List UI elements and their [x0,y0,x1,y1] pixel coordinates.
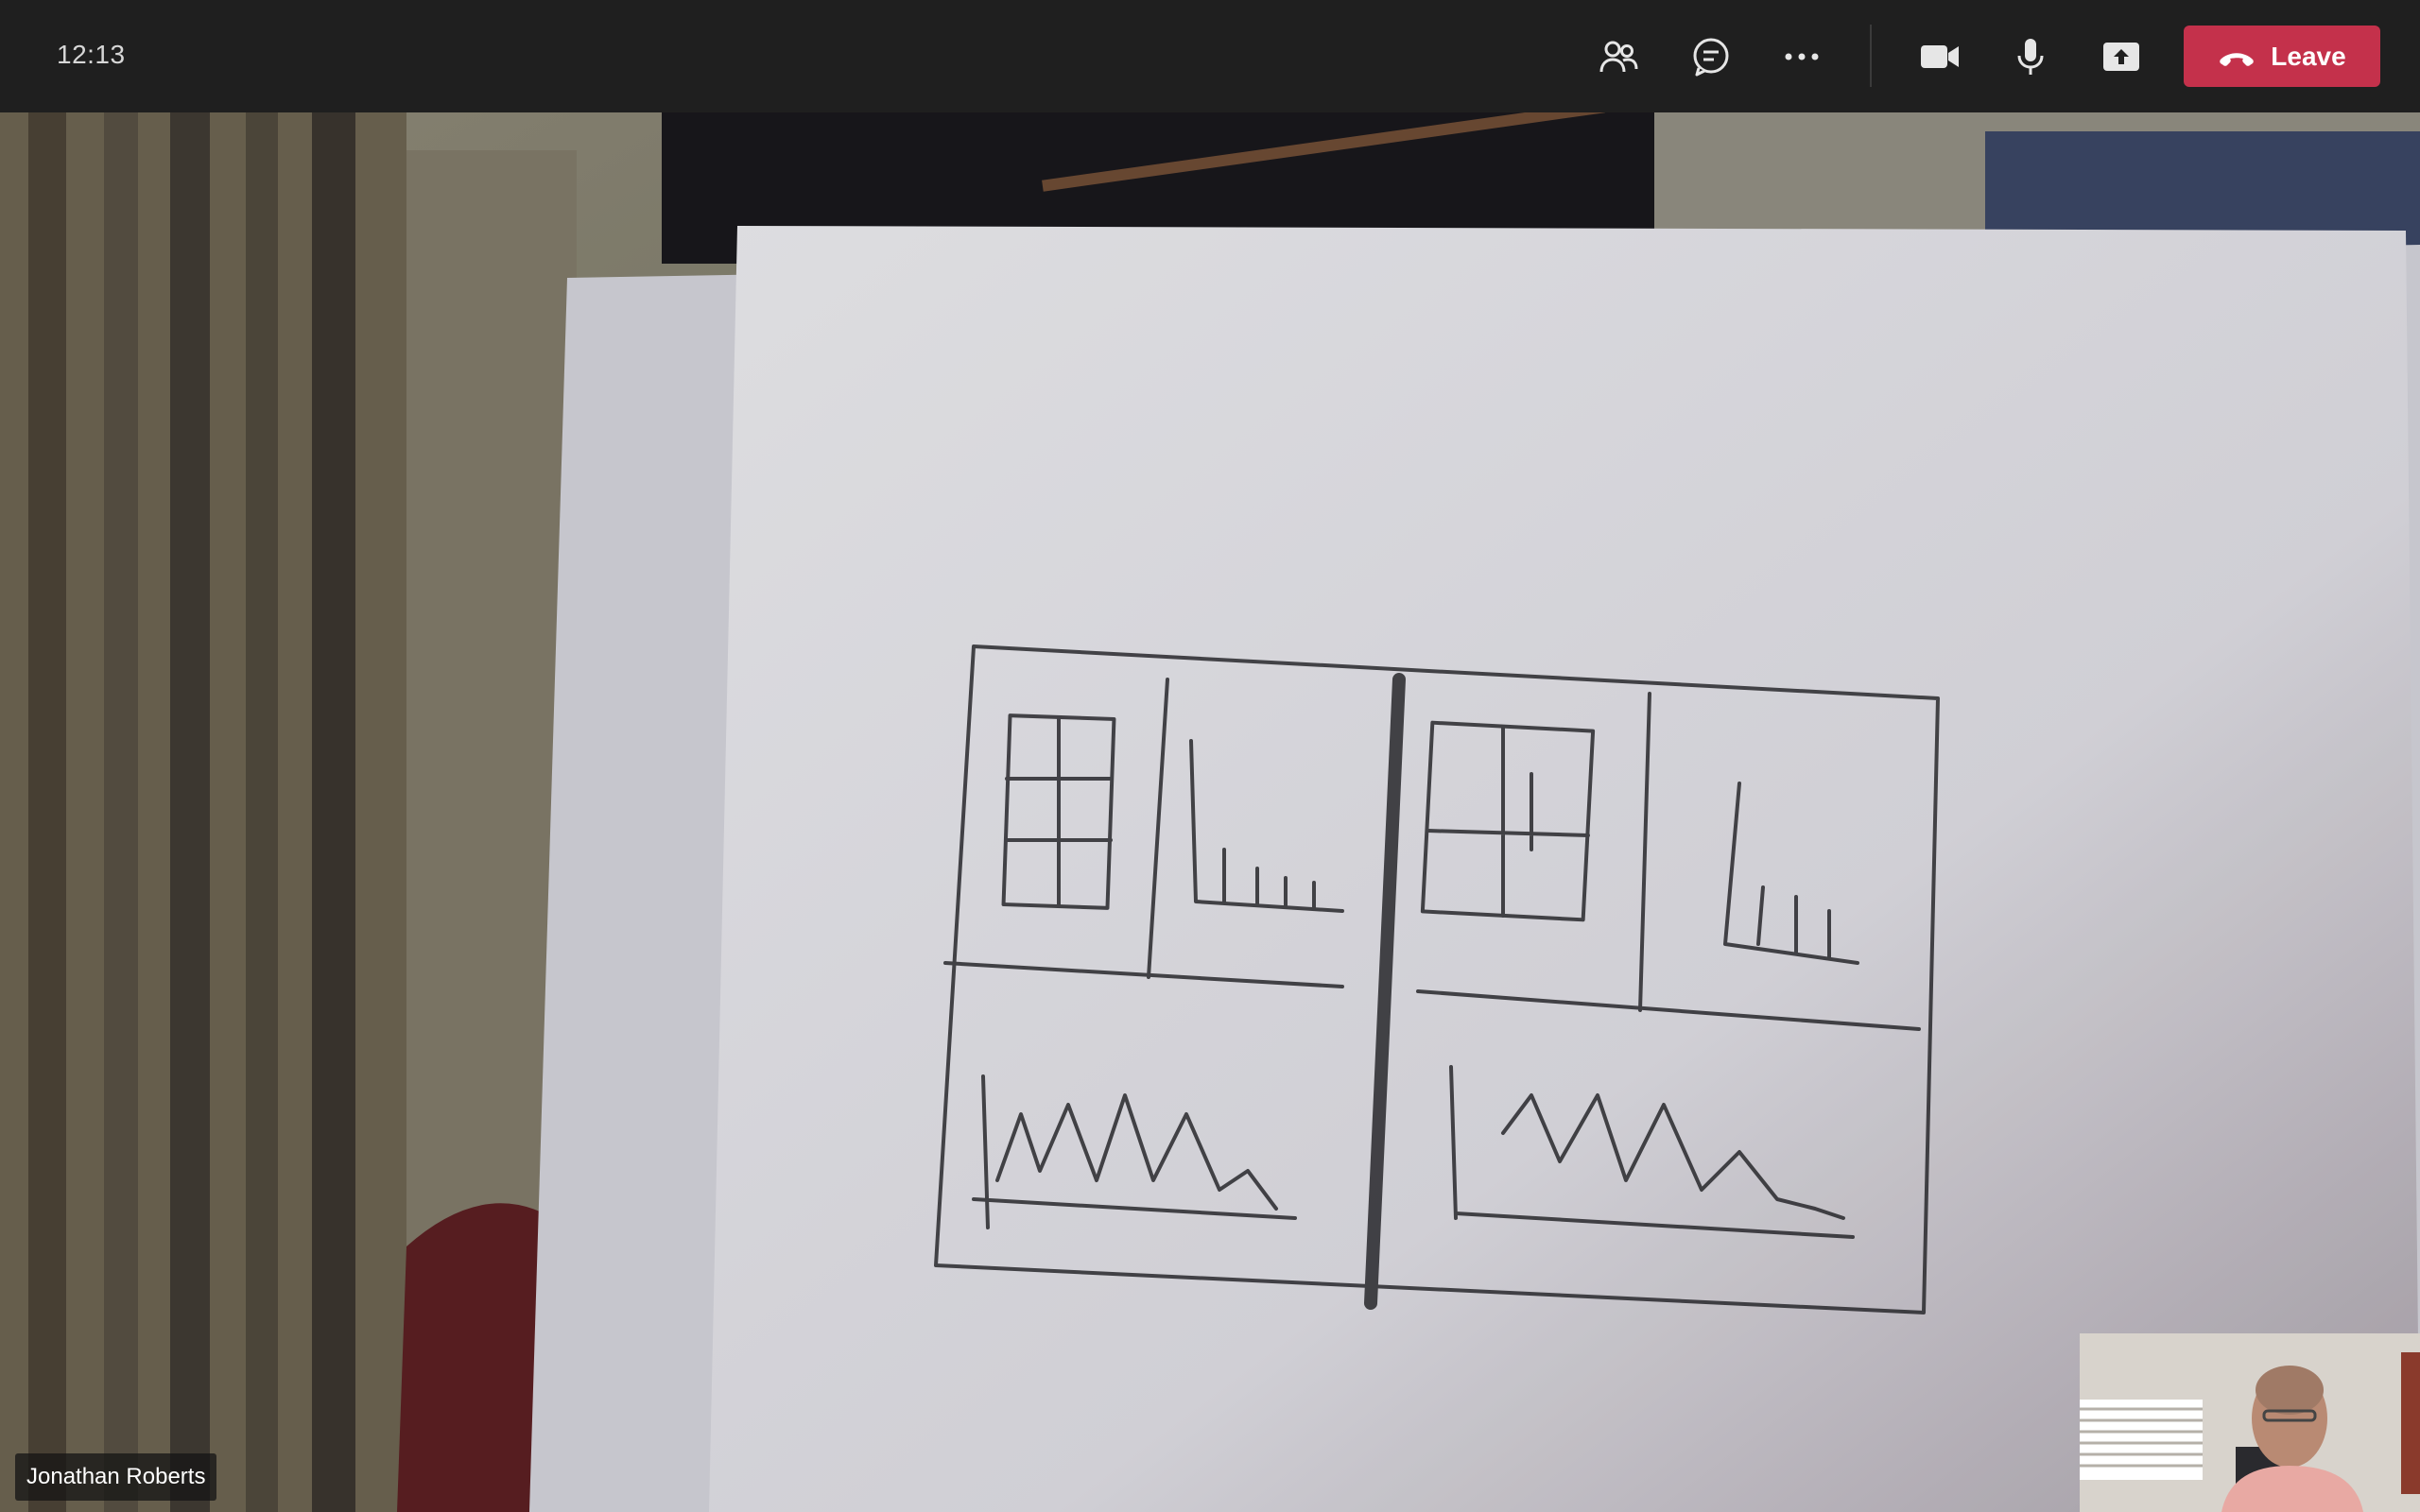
self-video-preview[interactable] [2080,1333,2420,1512]
participants-button[interactable] [1588,26,1649,87]
more-icon [1785,53,1819,60]
participant-name-tag: Jonathan Roberts [15,1453,217,1501]
microphone-icon [2017,39,2044,75]
chat-icon [1693,38,1729,77]
self-video-frame [2080,1333,2420,1512]
leave-label: Leave [2271,41,2346,71]
more-actions-button[interactable] [1772,26,1832,87]
people-icon [1599,41,1638,73]
share-screen-button[interactable] [2091,26,2152,87]
camera-icon [1921,45,1959,68]
share-screen-icon [2103,43,2139,71]
toolbar-divider [1870,25,1872,87]
camera-toggle-button[interactable] [1910,26,1970,87]
hang-up-icon [2220,52,2255,66]
main-video-feed: Jonathan Roberts [0,112,2420,1512]
meeting-toolbar: 12:13 Leave [0,0,2420,112]
microphone-toggle-button[interactable] [2000,26,2061,87]
video-frame [0,112,2420,1512]
leave-button[interactable]: Leave [2184,26,2380,87]
meeting-time: 12:13 [57,40,126,69]
chat-button[interactable] [1681,26,1741,87]
